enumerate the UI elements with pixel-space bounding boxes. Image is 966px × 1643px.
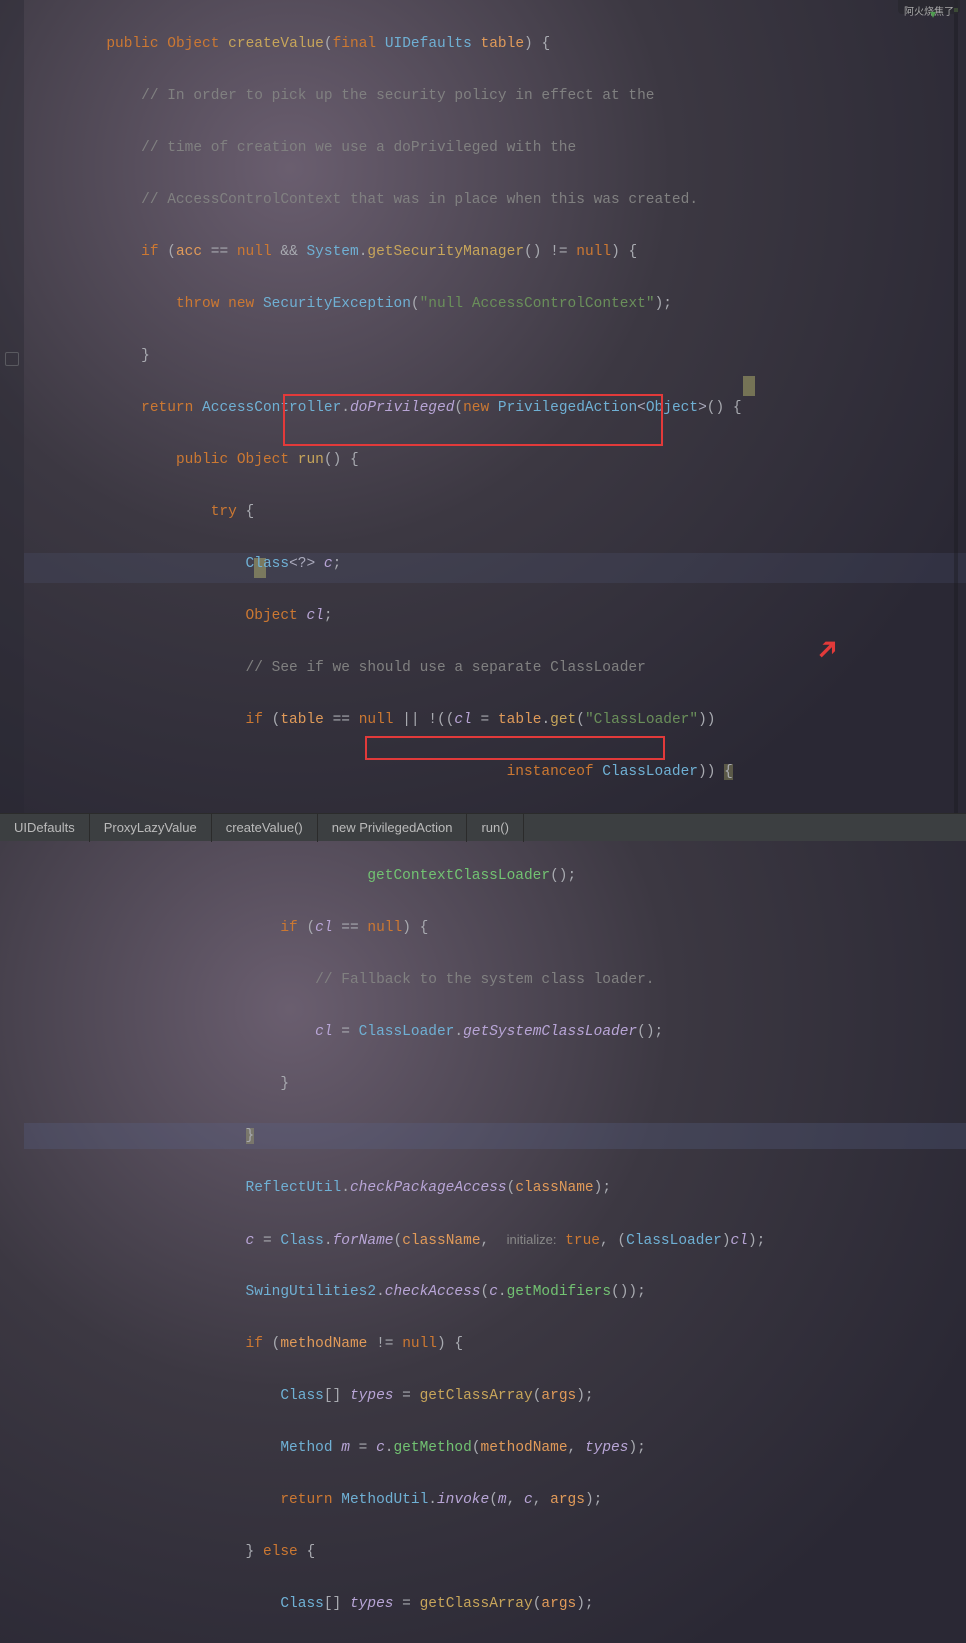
breadcrumb-item[interactable]: new PrivilegedAction xyxy=(318,814,468,842)
fold-marker-icon[interactable] xyxy=(5,352,19,366)
breadcrumb-bar: UIDefaults ProxyLazyValue createValue() … xyxy=(0,813,966,841)
chevron-down-icon[interactable]: ▾ xyxy=(930,2,936,28)
breadcrumb-item[interactable]: createValue() xyxy=(212,814,318,842)
breadcrumb-item[interactable]: ProxyLazyValue xyxy=(90,814,212,842)
editor-scroll-track[interactable] xyxy=(954,0,958,813)
editor-gutter xyxy=(0,0,24,813)
breadcrumb-item[interactable]: run() xyxy=(467,814,523,842)
breadcrumb-item[interactable]: UIDefaults xyxy=(0,814,90,842)
